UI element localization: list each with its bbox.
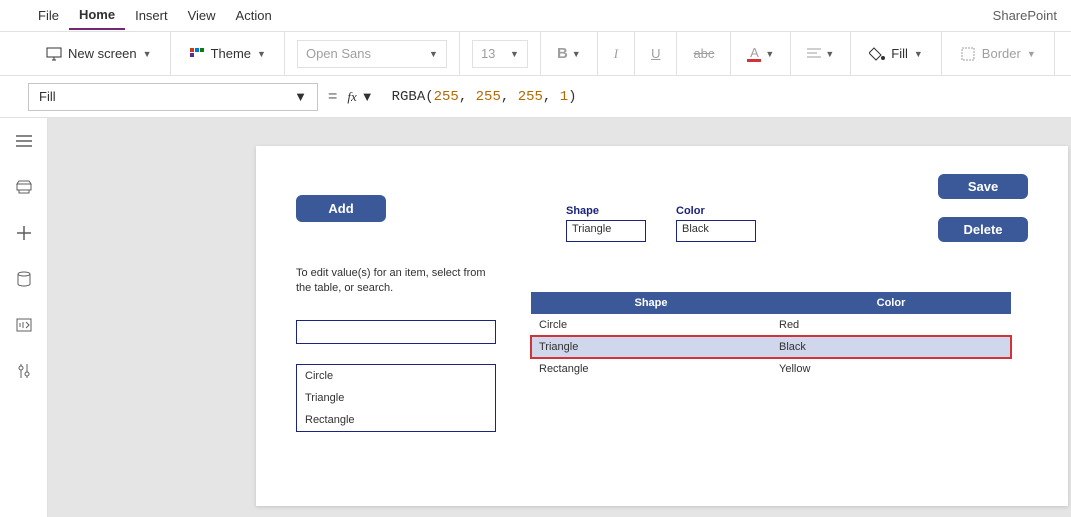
menu-home[interactable]: Home: [69, 1, 125, 30]
equals-label: =: [328, 88, 337, 106]
table-header-shape: Shape: [531, 292, 771, 314]
border-label: Border: [982, 46, 1021, 61]
new-screen-button[interactable]: New screen ▼: [40, 42, 158, 66]
table-row[interactable]: Triangle Black: [531, 336, 1011, 358]
formula-fn: RGBA: [392, 89, 426, 105]
strikethrough-button[interactable]: abc: [689, 44, 718, 63]
color-field-label: Color: [676, 205, 756, 217]
fill-button[interactable]: Fill ▼: [863, 42, 929, 66]
table-cell: Black: [771, 336, 1011, 358]
table-cell: Triangle: [531, 336, 771, 358]
menu-view[interactable]: View: [178, 2, 226, 29]
tree-view-icon[interactable]: [15, 178, 33, 196]
shape-field-label: Shape: [566, 205, 646, 217]
underline-button[interactable]: U: [647, 44, 664, 63]
list-item[interactable]: Triangle: [297, 387, 495, 409]
theme-label: Theme: [211, 46, 251, 61]
shape-listbox[interactable]: Circle Triangle Rectangle: [296, 364, 496, 432]
formula-arg: 255: [434, 89, 459, 105]
table-row[interactable]: Circle Red: [531, 314, 1011, 336]
table-cell: Red: [771, 314, 1011, 336]
formula-arg: 255: [476, 89, 501, 105]
new-screen-label: New screen: [68, 46, 137, 61]
bucket-icon: [869, 46, 885, 62]
bold-button[interactable]: B▼: [553, 43, 585, 64]
formula-arg: 1: [560, 89, 568, 105]
border-button[interactable]: Border ▼: [954, 42, 1042, 66]
data-table: Shape Color Circle Red Triangle Black Re…: [531, 292, 1011, 380]
menu-bar: File Home Insert View Action SharePoint: [0, 0, 1071, 32]
font-size-select[interactable]: 13 ▼: [472, 40, 528, 68]
align-button[interactable]: ▼: [803, 46, 838, 62]
table-cell: Circle: [531, 314, 771, 336]
property-value: Fill: [39, 89, 56, 104]
app-canvas: Add Shape Triangle Color Black Save Dele…: [256, 146, 1068, 506]
chevron-down-icon: ▼: [257, 49, 266, 59]
table-cell: Rectangle: [531, 358, 771, 380]
ribbon: New screen ▼ Theme ▼ Open Sans ▼ 13 ▼ B▼…: [0, 32, 1071, 76]
media-icon[interactable]: [15, 316, 33, 334]
align-icon: [807, 48, 821, 60]
search-input[interactable]: [296, 320, 496, 344]
canvas-area[interactable]: Add Shape Triangle Color Black Save Dele…: [48, 118, 1071, 517]
table-row[interactable]: Rectangle Yellow: [531, 358, 1011, 380]
chevron-down-icon: ▼: [361, 89, 374, 105]
delete-button[interactable]: Delete: [938, 217, 1028, 242]
insert-icon[interactable]: [15, 224, 33, 242]
list-item[interactable]: Circle: [297, 365, 495, 387]
formula-arg: 255: [518, 89, 543, 105]
font-size-value: 13: [481, 46, 495, 61]
shape-input[interactable]: Triangle: [566, 220, 646, 242]
font-family-select[interactable]: Open Sans ▼: [297, 40, 447, 68]
font-color-button[interactable]: A ▼: [743, 44, 778, 64]
hint-text: To edit value(s) for an item, select fro…: [296, 266, 486, 296]
menu-file[interactable]: File: [28, 2, 69, 29]
reorder-button[interactable]: Reorde: [1067, 42, 1071, 66]
border-icon: [960, 46, 976, 62]
theme-icon: [189, 46, 205, 62]
save-button[interactable]: Save: [938, 174, 1028, 199]
chevron-down-icon: ▼: [143, 49, 152, 59]
table-header: Shape Color: [531, 292, 1011, 314]
table-header-color: Color: [771, 292, 1011, 314]
list-item[interactable]: Rectangle: [297, 409, 495, 431]
work-area: Add Shape Triangle Color Black Save Dele…: [0, 118, 1071, 517]
formula-bar: Fill ▼ = fx ▼ RGBA(255, 255, 255, 1): [0, 76, 1071, 118]
fx-label: fx: [347, 89, 356, 105]
tools-icon[interactable]: [15, 362, 33, 380]
screen-icon: [46, 46, 62, 62]
menu-action[interactable]: Action: [226, 2, 282, 29]
fill-label: Fill: [891, 46, 908, 61]
data-source-label: SharePoint: [993, 8, 1061, 23]
hamburger-icon[interactable]: [15, 132, 33, 150]
property-select[interactable]: Fill ▼: [28, 83, 318, 111]
font-family-value: Open Sans: [306, 46, 371, 61]
theme-button[interactable]: Theme ▼: [183, 42, 272, 66]
shape-field: Shape Triangle: [566, 205, 646, 242]
left-rail: [0, 118, 48, 517]
font-color-icon: A: [747, 46, 761, 62]
table-cell: Yellow: [771, 358, 1011, 380]
formula-input[interactable]: RGBA(255, 255, 255, 1): [384, 85, 1059, 109]
add-button[interactable]: Add: [296, 195, 386, 222]
fx-button[interactable]: fx ▼: [347, 89, 373, 105]
chevron-down-icon: ▼: [294, 89, 307, 104]
color-input[interactable]: Black: [676, 220, 756, 242]
italic-button[interactable]: I: [610, 44, 622, 64]
data-icon[interactable]: [15, 270, 33, 288]
color-field: Color Black: [676, 205, 756, 242]
chevron-down-icon: ▼: [510, 49, 519, 59]
chevron-down-icon: ▼: [429, 49, 438, 59]
menu-insert[interactable]: Insert: [125, 2, 178, 29]
chevron-down-icon: ▼: [1027, 49, 1036, 59]
chevron-down-icon: ▼: [914, 49, 923, 59]
